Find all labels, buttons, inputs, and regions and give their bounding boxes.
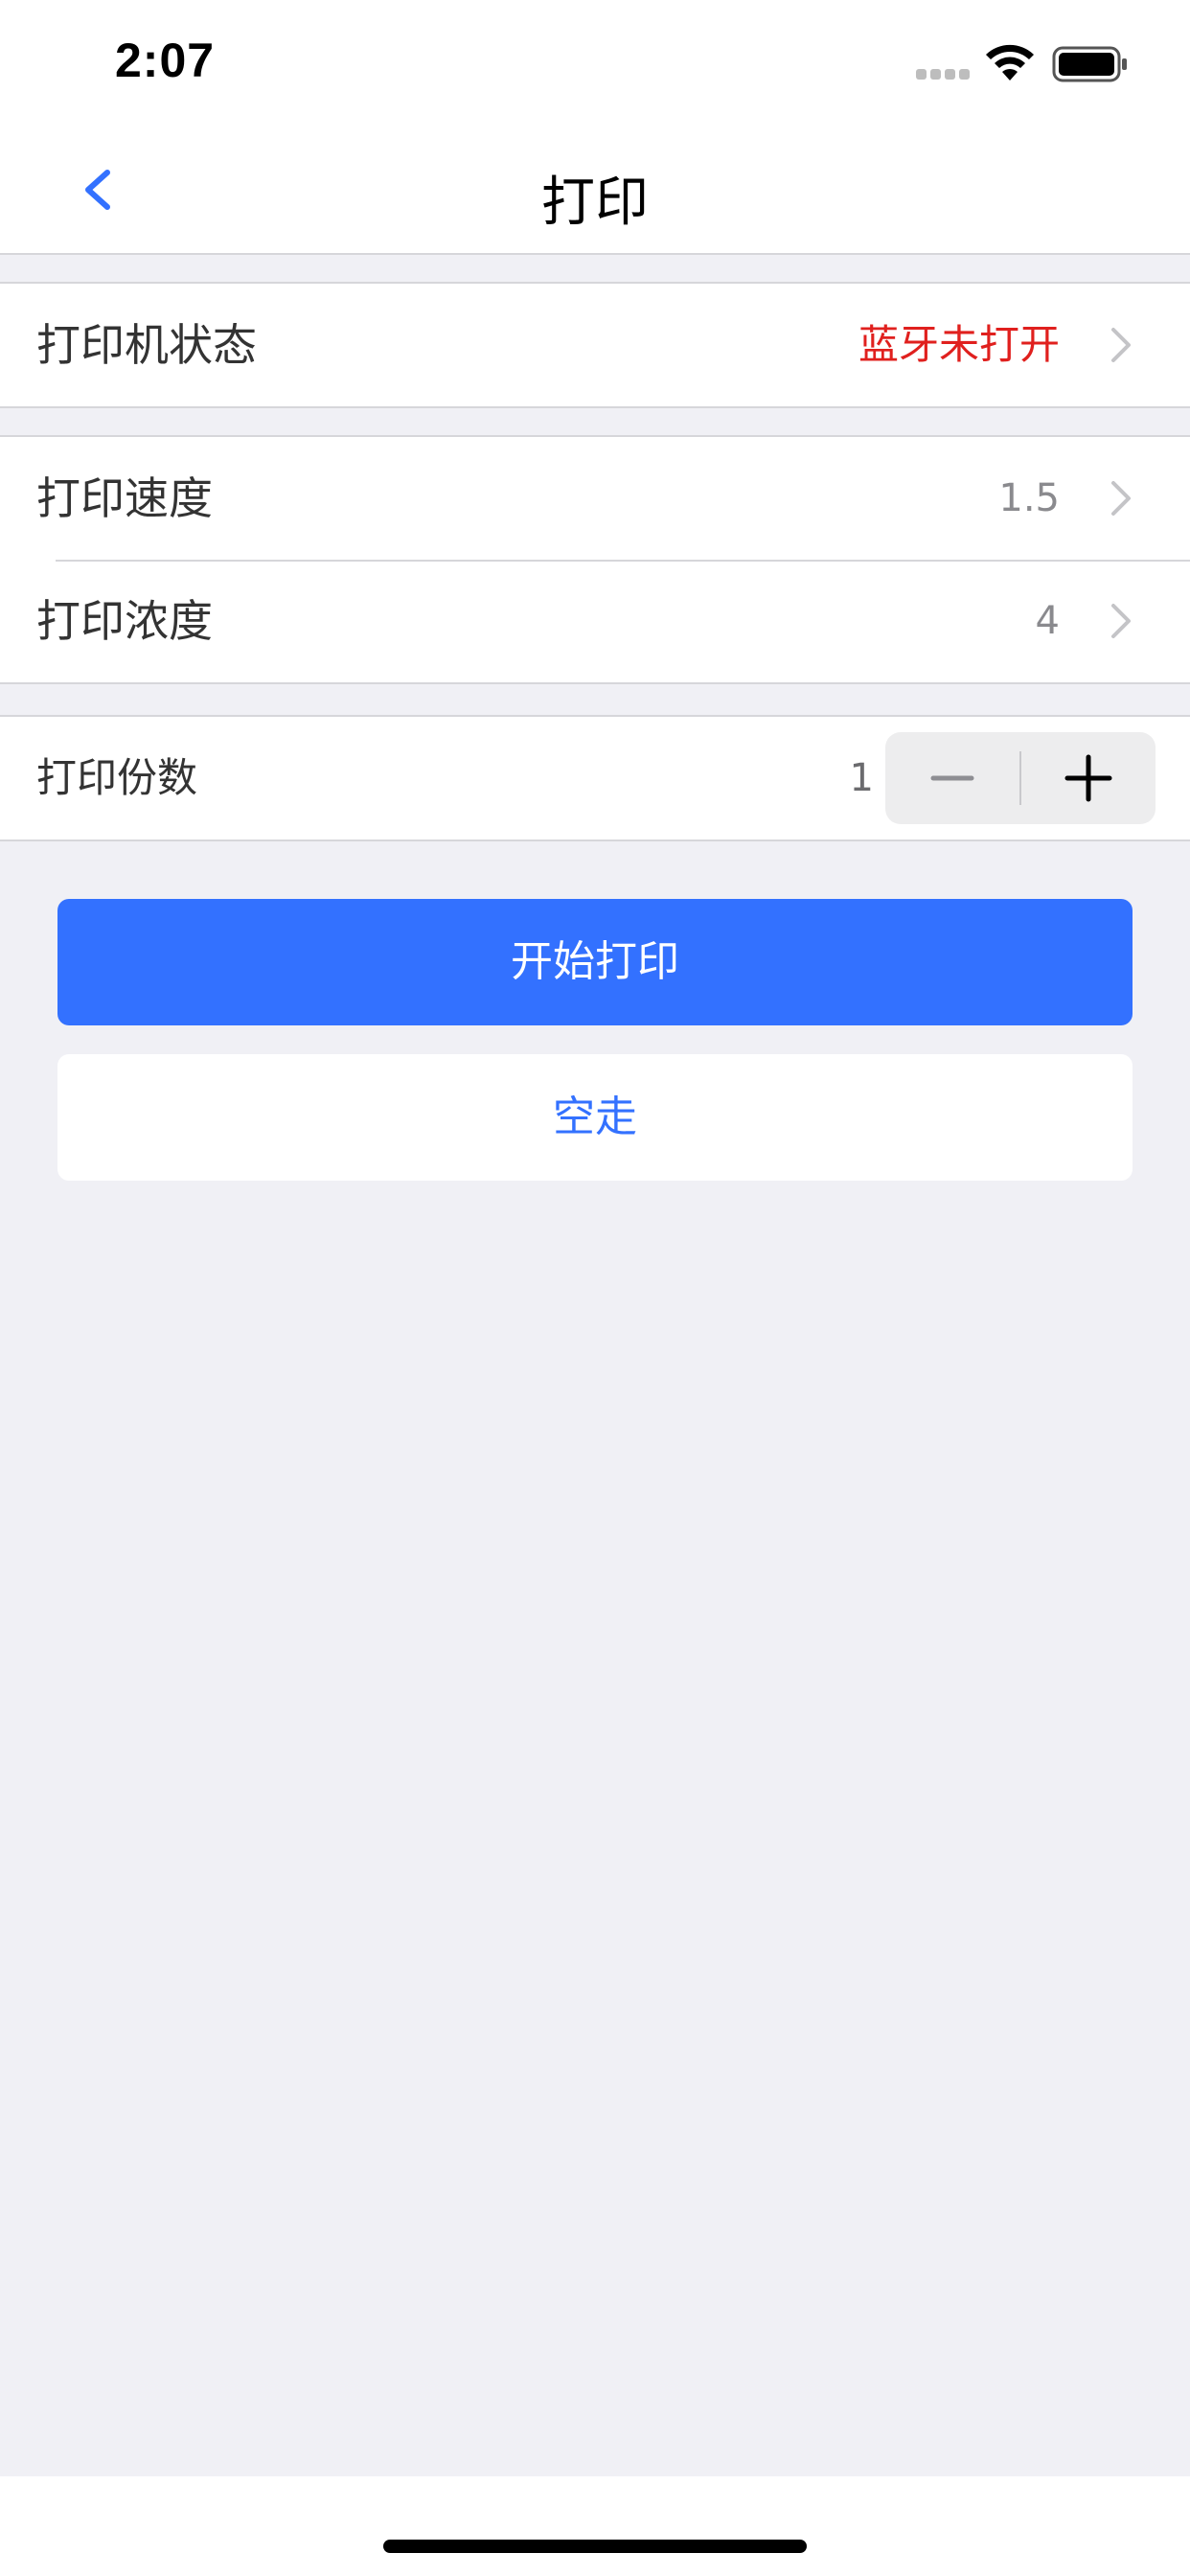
print-density-value: 4 [1035, 599, 1060, 643]
page-title: 打印 [541, 172, 649, 234]
print-speed-label: 打印速度 [36, 472, 213, 524]
print-speed-row[interactable]: 打印速度 1.5 [0, 437, 1190, 560]
row-divider [56, 560, 1190, 562]
print-copies-label: 打印份数 [36, 754, 198, 801]
battery-icon [1052, 46, 1127, 82]
printer-status-row[interactable]: 打印机状态 蓝牙未打开 [0, 284, 1190, 406]
print-copies-group: 打印份数 1 [0, 715, 1190, 841]
quantity-stepper [885, 732, 1156, 824]
print-copies-row: 打印份数 1 [0, 717, 1190, 840]
status-bar: 2:07 [0, 0, 1190, 126]
print-speed-value: 1.5 [998, 476, 1060, 520]
navigation-bar: 打印 [0, 126, 1190, 255]
decrement-button[interactable] [885, 732, 1019, 824]
increment-button[interactable] [1021, 732, 1156, 824]
print-settings-group: 打印速度 1.5 打印浓度 4 [0, 435, 1190, 684]
printer-status-group: 打印机状态 蓝牙未打开 [0, 282, 1190, 408]
print-density-row[interactable]: 打印浓度 4 [0, 560, 1190, 682]
print-copies-value: 1 [849, 756, 874, 800]
chevron-right-icon [1111, 481, 1131, 516]
chevron-right-icon [1111, 604, 1131, 638]
plus-icon [1064, 754, 1112, 802]
chevron-right-icon [1111, 328, 1131, 362]
home-indicator[interactable] [383, 2540, 807, 2553]
status-time: 2:07 [115, 34, 216, 87]
printer-status-label: 打印机状态 [36, 319, 257, 371]
cellular-signal-icon [916, 69, 972, 80]
home-indicator-area [0, 2476, 1190, 2576]
wifi-icon [986, 44, 1034, 80]
print-density-label: 打印浓度 [36, 595, 213, 647]
start-print-button[interactable]: 开始打印 [57, 899, 1133, 1025]
feed-paper-button[interactable]: 空走 [57, 1054, 1133, 1181]
printer-status-value: 蓝牙未打开 [858, 321, 1060, 368]
